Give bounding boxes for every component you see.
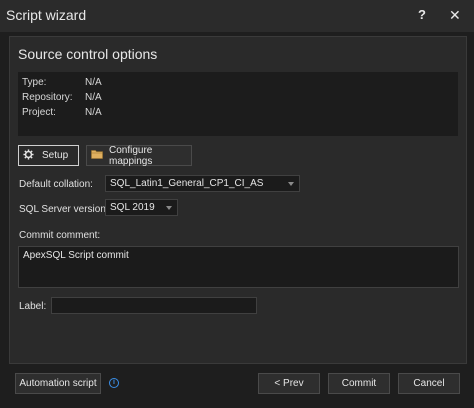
source-control-info: Type: N/A Repository: N/A Project: N/A [18,72,458,136]
commit-button[interactable]: Commit [328,373,390,394]
label-field-label: Label: [19,301,47,312]
sql-server-version-label: SQL Server version: [19,204,109,215]
gear-icon [23,148,34,163]
label-field[interactable] [51,297,257,314]
setup-label: Setup [42,150,69,161]
cancel-button[interactable]: Cancel [398,373,460,394]
commit-comment-field[interactable]: ApexSQL Script commit [18,246,459,288]
window-title: Script wizard [6,7,87,23]
default-collation-label: Default collation: [19,179,93,190]
help-icon[interactable]: ? [418,7,426,22]
info-value: N/A [85,77,102,88]
default-collation-select[interactable]: SQL_Latin1_General_CP1_CI_AS [105,175,300,192]
info-key: Repository: [22,92,73,103]
info-key: Type: [22,77,47,88]
sql-server-version-value: SQL 2019 [110,202,155,213]
chevron-down-icon [288,182,294,186]
sql-server-version-select[interactable]: SQL 2019 [105,199,178,216]
chevron-down-icon [166,206,172,210]
prev-button[interactable]: < Prev [258,373,320,394]
info-value: N/A [85,92,102,103]
commit-comment-label: Commit comment: [19,230,101,241]
info-icon[interactable]: i [109,378,119,388]
prev-label: < Prev [274,378,304,389]
title-bar: Script wizard ? ✕ [0,0,474,32]
close-icon[interactable]: ✕ [449,7,461,24]
configure-mappings-label: Configure mappings [109,144,153,167]
default-collation-value: SQL_Latin1_General_CP1_CI_AS [110,178,264,189]
folder-icon [91,149,103,162]
configure-mappings-button[interactable]: Configure mappings [86,144,192,167]
automation-script-button[interactable]: Automation script [15,373,101,394]
section-title: Source control options [18,46,158,62]
automation-script-label: Automation script [19,378,97,389]
cancel-label: Cancel [413,378,445,389]
info-value: N/A [85,107,102,118]
info-key: Project: [22,107,56,118]
commit-label: Commit [341,378,377,389]
setup-button[interactable]: Setup [18,145,79,166]
